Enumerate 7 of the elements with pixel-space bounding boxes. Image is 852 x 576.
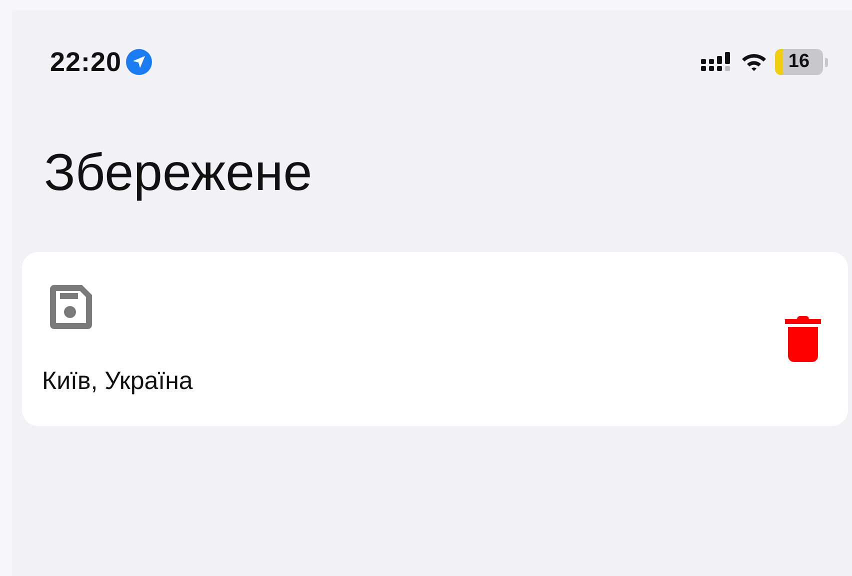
signal-icon — [701, 52, 731, 72]
clock-time: 22:20 — [50, 46, 122, 78]
saved-location-name: Київ, Україна — [42, 366, 194, 396]
battery-percent: 16 — [788, 51, 810, 73]
delete-icon[interactable] — [784, 316, 822, 362]
page-title: Збережене — [44, 143, 314, 204]
wifi-icon — [741, 52, 767, 72]
